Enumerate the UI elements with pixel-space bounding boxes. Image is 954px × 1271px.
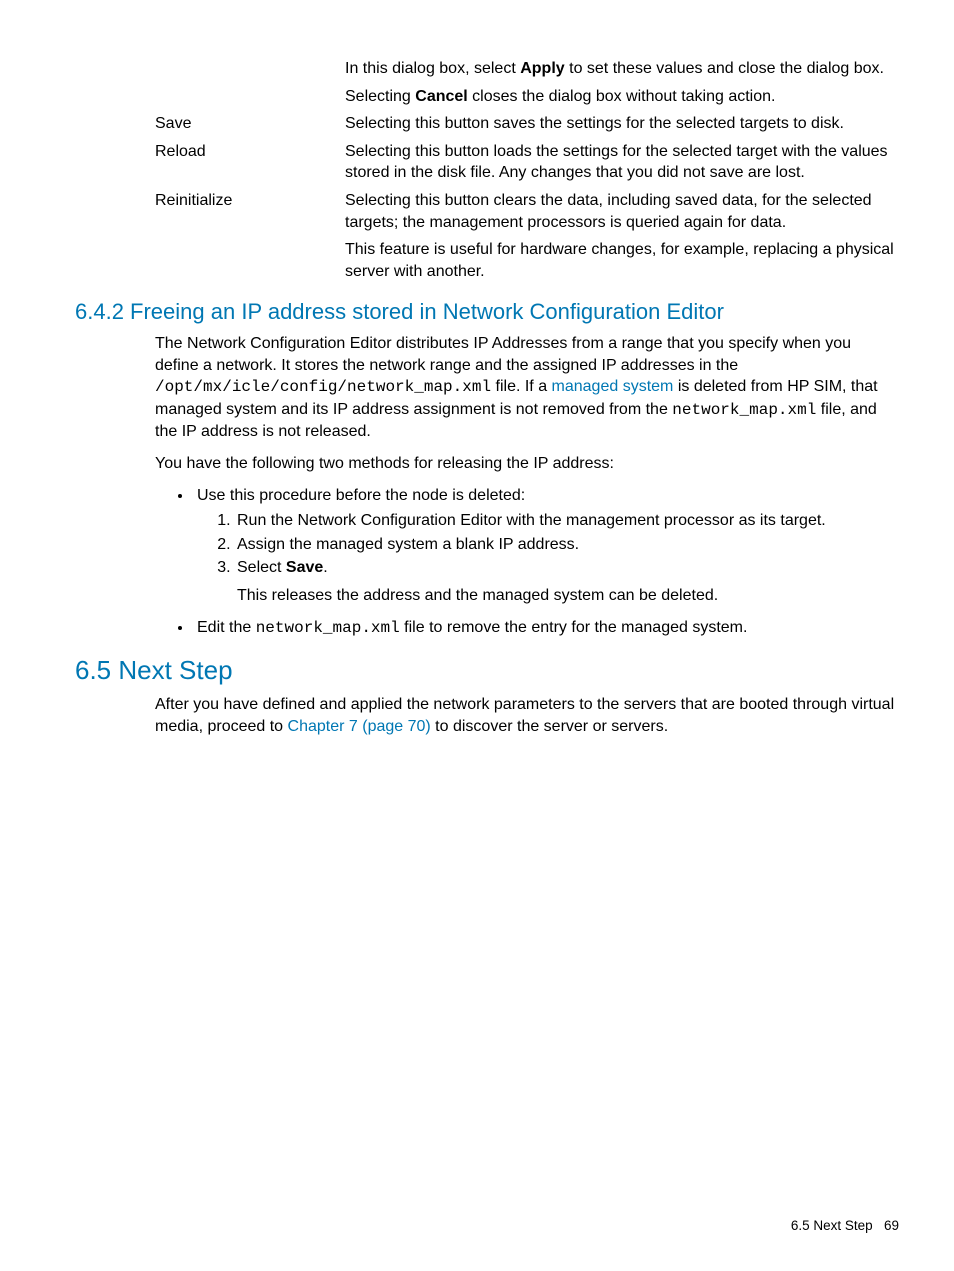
def-desc-reload: Selecting this button loads the settings…: [345, 138, 899, 187]
def-term-blank: [55, 55, 345, 110]
def-row-dialog: In this dialog box, select Apply to set …: [55, 55, 899, 110]
step-1: Run the Network Configuration Editor wit…: [235, 510, 899, 532]
text: to set these values and close the dialog…: [565, 60, 884, 77]
text: Use this procedure before the node is de…: [197, 487, 525, 504]
def-term-reinit: Reinitialize: [55, 187, 345, 285]
text: This feature is useful for hardware chan…: [345, 239, 899, 282]
text: Selecting this button saves the settings…: [345, 113, 899, 135]
managed-system-link[interactable]: managed system: [552, 378, 674, 395]
def-row-reload: Reload Selecting this button loads the s…: [55, 138, 899, 187]
code-file: network_map.xml: [672, 401, 816, 419]
def-desc-reinit: Selecting this button clears the data, i…: [345, 187, 899, 285]
text: Selecting: [345, 88, 415, 105]
section-6-4-2-body: The Network Configuration Editor distrib…: [155, 333, 899, 639]
text: .: [323, 559, 327, 576]
step-3: Select Save.: [235, 557, 899, 579]
text: Edit the: [197, 619, 256, 636]
text: Select: [237, 559, 286, 576]
page-footer: 6.5 Next Step 69: [791, 1217, 899, 1235]
def-row-reinit: Reinitialize Selecting this button clear…: [55, 187, 899, 285]
cancel-label: Cancel: [415, 88, 467, 105]
def-desc-dialog: In this dialog box, select Apply to set …: [345, 55, 899, 110]
text: In this dialog box, select: [345, 60, 520, 77]
def-row-save: Save Selecting this button saves the set…: [55, 110, 899, 138]
list-item: Use this procedure before the node is de…: [193, 485, 899, 607]
paragraph: The Network Configuration Editor distrib…: [155, 333, 899, 443]
def-term-save: Save: [55, 110, 345, 138]
list-item: Edit the network_map.xml file to remove …: [193, 617, 899, 640]
methods-list: Use this procedure before the node is de…: [155, 485, 899, 640]
text: file. If a: [491, 378, 551, 395]
chapter-7-link[interactable]: Chapter 7 (page 70): [288, 718, 431, 735]
code-path: /opt/mx/icle/config/network_map.xml: [155, 378, 491, 396]
apply-label: Apply: [520, 60, 564, 77]
steps-list: Run the Network Configuration Editor wit…: [197, 510, 899, 579]
page-number: 69: [884, 1218, 899, 1233]
def-term-reload: Reload: [55, 138, 345, 187]
code-file: network_map.xml: [256, 619, 400, 637]
text: to discover the server or servers.: [431, 718, 668, 735]
text: Selecting this button clears the data, i…: [345, 190, 899, 233]
text: Selecting this button loads the settings…: [345, 141, 899, 184]
heading-6-5: 6.5 Next Step: [75, 653, 899, 688]
save-label: Save: [286, 559, 323, 576]
text: closes the dialog box without taking act…: [468, 88, 776, 105]
text: file to remove the entry for the managed…: [400, 619, 748, 636]
paragraph: After you have defined and applied the n…: [155, 694, 899, 737]
after-steps-text: This releases the address and the manage…: [237, 585, 899, 607]
def-desc-save: Selecting this button saves the settings…: [345, 110, 899, 138]
definition-table: In this dialog box, select Apply to set …: [55, 55, 899, 285]
heading-6-4-2: 6.4.2 Freeing an IP address stored in Ne…: [75, 297, 899, 327]
footer-section-label: 6.5 Next Step: [791, 1218, 873, 1233]
paragraph: You have the following two methods for r…: [155, 453, 899, 475]
section-6-5-body: After you have defined and applied the n…: [155, 694, 899, 737]
text: The Network Configuration Editor distrib…: [155, 335, 851, 374]
step-2: Assign the managed system a blank IP add…: [235, 534, 899, 556]
